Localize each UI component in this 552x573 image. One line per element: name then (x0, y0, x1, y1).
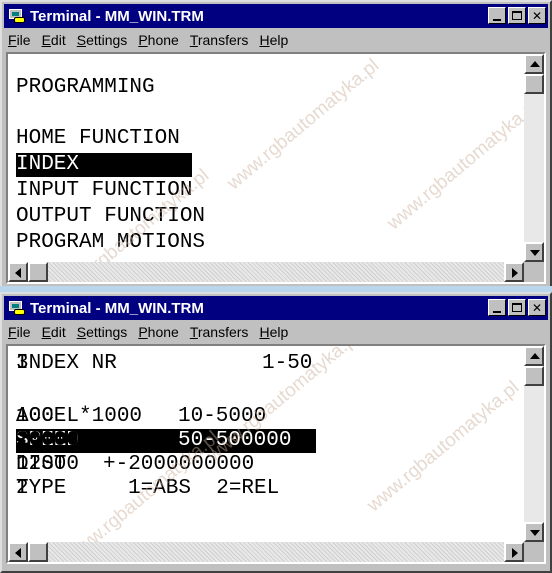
menu-edit[interactable]: Edit (42, 32, 66, 48)
arrow-down-icon (530, 250, 540, 256)
title-bar[interactable]: Terminal - MM_WIN.TRM ✕ (4, 4, 548, 28)
terminal-app-icon[interactable] (8, 300, 26, 316)
menu-edit[interactable]: Edit (42, 324, 66, 340)
vertical-scrollbar[interactable] (524, 346, 544, 542)
minimize-button[interactable] (488, 7, 506, 24)
maximize-button[interactable] (508, 7, 526, 24)
menu-option-input-function[interactable]: INPUT FUNCTION (16, 179, 192, 203)
menu-option-output-function[interactable]: OUTPUT FUNCTION (16, 205, 205, 229)
menu-help[interactable]: Help (259, 32, 288, 48)
menu-option-program-motions[interactable]: PROGRAM MOTIONS (16, 231, 205, 255)
maximize-button[interactable] (508, 299, 526, 316)
terminal-window-2: Terminal - MM_WIN.TRM ✕ File Edit Settin… (0, 292, 552, 573)
scroll-left-button[interactable] (8, 542, 28, 562)
horizontal-scrollbar[interactable] (8, 542, 524, 562)
menu-help[interactable]: Help (259, 324, 288, 340)
scroll-corner (524, 542, 544, 562)
horizontal-scrollbar[interactable] (8, 262, 524, 282)
param-value-speed[interactable]: 20000 (16, 429, 508, 453)
arrow-right-icon (512, 548, 518, 558)
window-title: Terminal - MM_WIN.TRM (30, 299, 204, 317)
vertical-scroll-thumb[interactable] (524, 366, 544, 386)
window-title: Terminal - MM_WIN.TRM (30, 7, 204, 25)
scroll-down-button[interactable] (524, 522, 544, 542)
scroll-right-button[interactable] (504, 542, 524, 562)
menu-file[interactable]: File (8, 324, 31, 340)
menu-transfers[interactable]: Transfers (190, 324, 249, 340)
menu-settings[interactable]: Settings (77, 324, 128, 340)
terminal-app-icon[interactable] (8, 8, 26, 24)
menu-phone[interactable]: Phone (138, 324, 179, 340)
scroll-up-button[interactable] (524, 54, 544, 74)
close-button[interactable]: ✕ (528, 7, 546, 24)
menu-transfers[interactable]: Transfers (190, 32, 249, 48)
horizontal-scroll-thumb[interactable] (28, 542, 48, 562)
terminal-text: INDEX NR 1-50 3 ACCEL*1000 10-5000 100 S… (16, 346, 516, 542)
scroll-up-button[interactable] (524, 346, 544, 366)
terminal-line: PROGRAMMING (16, 76, 155, 99)
vertical-scrollbar[interactable] (524, 54, 544, 262)
menu-bar: File Edit Settings Phone Transfers Help (4, 29, 548, 51)
param-value-type[interactable]: 2 (16, 477, 508, 501)
param-value-accel[interactable]: 100 (16, 405, 508, 429)
terminal-window-1: Terminal - MM_WIN.TRM ✕ File Edit Settin… (0, 0, 552, 292)
scroll-left-button[interactable] (8, 262, 28, 282)
minimize-button[interactable] (488, 299, 506, 316)
menu-phone[interactable]: Phone (138, 32, 179, 48)
arrow-left-icon (15, 548, 21, 558)
menu-option-home-function[interactable]: HOME FUNCTION (16, 127, 180, 151)
vertical-scroll-thumb[interactable] (524, 74, 544, 94)
scroll-down-button[interactable] (524, 242, 544, 262)
arrow-left-icon (15, 268, 21, 278)
arrow-down-icon (530, 530, 540, 536)
arrow-up-icon (530, 353, 540, 359)
param-value-index-nr[interactable]: 3 (16, 352, 508, 376)
terminal-text: PROGRAMMING HOME FUNCTION INDEX INPUT FU… (16, 54, 516, 262)
menu-bar: File Edit Settings Phone Transfers Help (4, 321, 548, 343)
terminal-screen[interactable]: INDEX NR 1-50 3 ACCEL*1000 10-5000 100 S… (6, 344, 546, 564)
arrow-up-icon (530, 61, 540, 67)
title-bar[interactable]: Terminal - MM_WIN.TRM ✕ (4, 296, 548, 320)
scroll-corner (524, 262, 544, 282)
menu-option-index-selected[interactable]: INDEX (16, 153, 193, 177)
horizontal-scroll-thumb[interactable] (28, 262, 48, 282)
menu-settings[interactable]: Settings (77, 32, 128, 48)
param-value-dist[interactable]: 12000 (16, 453, 508, 477)
arrow-right-icon (512, 268, 518, 278)
terminal-screen[interactable]: PROGRAMMING HOME FUNCTION INDEX INPUT FU… (6, 52, 546, 284)
scroll-right-button[interactable] (504, 262, 524, 282)
close-button[interactable]: ✕ (528, 299, 546, 316)
menu-file[interactable]: File (8, 32, 31, 48)
